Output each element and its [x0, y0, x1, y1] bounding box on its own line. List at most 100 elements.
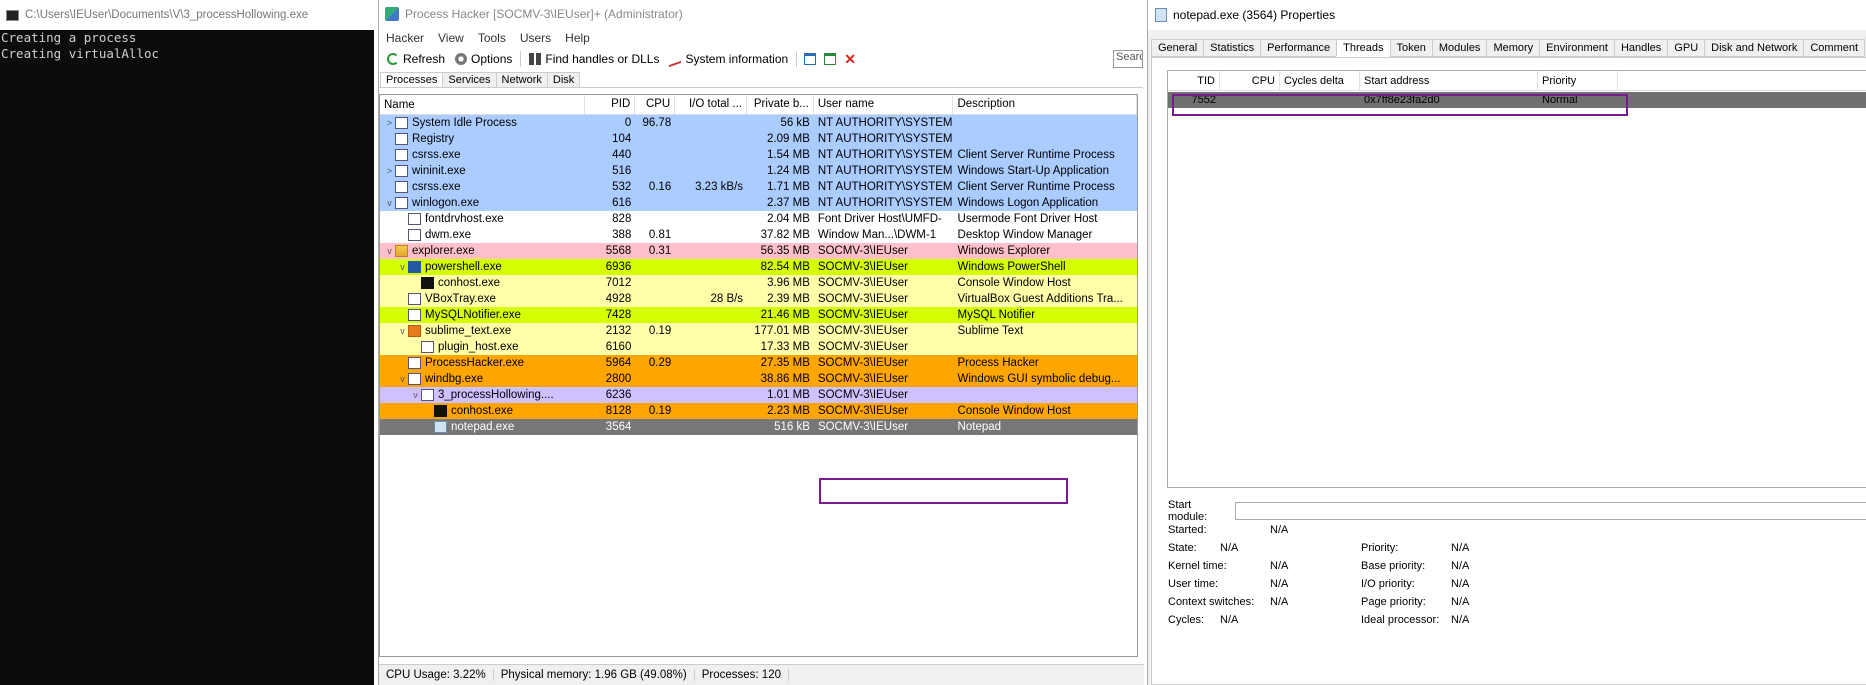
- process-name-cell: v explorer.exe: [380, 243, 585, 259]
- process-row[interactable]: v powershell.exe 6936 82.54 MB SOCMV-3\IEUse…: [380, 259, 1137, 275]
- process-name-cell: fontdrvhost.exe: [380, 211, 585, 227]
- tab-threads[interactable]: Threads: [1336, 39, 1391, 57]
- process-hacker-logo-icon: [385, 7, 399, 21]
- tab-disk[interactable]: Disk: [546, 72, 581, 87]
- process-description: Windows PowerShell: [957, 261, 1066, 273]
- process-pid: 440: [612, 149, 632, 161]
- tab-gpu[interactable]: GPU: [1667, 39, 1706, 57]
- process-pid: 6936: [605, 261, 632, 273]
- window-icon: [408, 229, 421, 241]
- menu-tools[interactable]: Tools: [471, 31, 513, 45]
- process-row[interactable]: v winlogon.exe 616 2.37 MB NT AUTHORITY\SYST…: [380, 195, 1137, 211]
- detail-value: N/A: [1220, 542, 1239, 554]
- chevron-down-icon[interactable]: v: [384, 195, 395, 211]
- detail-value: N/A: [1451, 560, 1470, 572]
- column-cycles-delta[interactable]: Cycles delta: [1280, 71, 1360, 90]
- column-cpu[interactable]: CPU: [635, 95, 676, 114]
- column-name[interactable]: Name: [380, 95, 586, 114]
- chevron-down-icon[interactable]: v: [397, 323, 408, 339]
- process-pid: 7012: [605, 277, 632, 289]
- start-module-field[interactable]: [1235, 502, 1866, 520]
- tab-handles[interactable]: Handles: [1613, 39, 1669, 57]
- process-row[interactable]: v sublime_text.exe 2132 0.19 177.01 MB SOCMV-…: [380, 323, 1137, 339]
- tab-memory[interactable]: Memory: [1486, 39, 1541, 57]
- process-row[interactable]: v explorer.exe 5568 0.31 56.35 MB SOCMV-3\IEU…: [380, 243, 1137, 259]
- process-hacker-window[interactable]: Process Hacker [SOCMV-3\IEUser]+ (Admini…: [378, 0, 1144, 685]
- tab-token[interactable]: Token: [1389, 39, 1433, 57]
- process-row[interactable]: > wininit.exe 516 1.24 MB NT AUTHORITY\SYSTE…: [380, 163, 1137, 179]
- process-rows: > System Idle Process 0 96.78 56 kB NT AUTHOR…: [380, 115, 1137, 435]
- chevron-down-icon[interactable]: v: [410, 387, 421, 403]
- process-row[interactable]: > System Idle Process 0 96.78 56 kB NT AUTHOR…: [380, 115, 1137, 131]
- column-priority[interactable]: Priority: [1538, 71, 1618, 90]
- chevron-down-icon[interactable]: v: [397, 371, 408, 387]
- process-row[interactable]: Registry 104 2.09 MB NT AUTHORITY\SYSTEM: [380, 131, 1137, 147]
- tab-modules[interactable]: Modules: [1431, 39, 1488, 57]
- process-row[interactable]: VBoxTray.exe 4928 28 B/s 2.39 MB SOCMV-3\IEU…: [380, 291, 1137, 307]
- process-row[interactable]: conhost.exe 8128 0.19 2.23 MB SOCMV-3\IEUser…: [380, 403, 1137, 419]
- window-icon[interactable]: [804, 53, 817, 65]
- process-name: conhost.exe: [438, 277, 501, 289]
- process-row[interactable]: MySQLNotifier.exe 7428 21.46 MB SOCMV-3\IEU…: [380, 307, 1137, 323]
- process-description: MySQL Notifier: [957, 309, 1036, 321]
- process-row[interactable]: csrss.exe 440 1.54 MB NT AUTHORITY\SYSTEM Cl…: [380, 147, 1137, 163]
- ph-titlebar[interactable]: Process Hacker [SOCMV-3\IEUser]+ (Admini…: [379, 0, 1143, 28]
- process-private-bytes: 2.37 MB: [767, 197, 810, 209]
- properties-window[interactable]: notepad.exe (3564) Properties General Sta…: [1147, 0, 1866, 685]
- process-name-cell: conhost.exe: [380, 275, 585, 291]
- column-cpu[interactable]: CPU: [1220, 71, 1280, 90]
- column-pid[interactable]: PID: [585, 95, 636, 114]
- column-start-address[interactable]: Start address: [1360, 71, 1538, 90]
- tab-statistics[interactable]: Statistics: [1203, 39, 1262, 57]
- process-io-total: 28 B/s: [710, 293, 744, 305]
- process-row[interactable]: fontdrvhost.exe 828 2.04 MB Font Driver Hos…: [380, 211, 1137, 227]
- menu-view[interactable]: View: [431, 31, 471, 45]
- refresh-button[interactable]: Refresh: [382, 52, 450, 66]
- process-name: sublime_text.exe: [425, 325, 512, 337]
- window-icon: [395, 165, 408, 177]
- tab-comment[interactable]: Comment: [1803, 39, 1866, 57]
- process-row[interactable]: plugin_host.exe 6160 17.33 MB SOCMV-3\IEUse…: [380, 339, 1137, 355]
- tab-environment[interactable]: Environment: [1539, 39, 1615, 57]
- tab-performance[interactable]: Performance: [1260, 39, 1338, 57]
- chevron-right-icon[interactable]: >: [384, 115, 395, 131]
- column-description[interactable]: Description: [953, 95, 1137, 114]
- tab-network[interactable]: Network: [495, 72, 548, 87]
- process-row[interactable]: notepad.exe 3564 516 kB SOCMV-3\IEUser Notep…: [380, 419, 1137, 435]
- tab-general[interactable]: General: [1151, 39, 1205, 57]
- column-io-total[interactable]: I/O total ...: [675, 95, 748, 114]
- process-row[interactable]: v 3_processHollowing.... 6236 1.01 MB SOCMV-…: [380, 387, 1137, 403]
- column-tid[interactable]: TID: [1168, 71, 1220, 90]
- search-input[interactable]: Search: [1113, 50, 1143, 68]
- windbg-icon: [408, 373, 421, 385]
- properties-titlebar[interactable]: notepad.exe (3564) Properties: [1148, 0, 1866, 30]
- process-row[interactable]: v windbg.exe 2800 38.86 MB SOCMV-3\IEUser Win…: [380, 371, 1137, 387]
- process-list[interactable]: Name PID CPU I/O total ... Private b... …: [379, 94, 1138, 657]
- menu-users[interactable]: Users: [513, 31, 558, 45]
- column-user-name[interactable]: User name: [814, 95, 954, 114]
- tab-services[interactable]: Services: [442, 72, 497, 87]
- process-row[interactable]: ProcessHacker.exe 5964 0.29 27.35 MB SOCMV-3…: [380, 355, 1137, 371]
- refresh-label: Refresh: [403, 52, 446, 66]
- process-private-bytes: 1.54 MB: [767, 149, 810, 161]
- process-row[interactable]: csrss.exe 532 0.16 3.23 kB/s 1.71 MB NT AUTHO…: [380, 179, 1137, 195]
- chevron-down-icon[interactable]: v: [397, 259, 408, 275]
- menu-hacker[interactable]: Hacker: [379, 31, 431, 45]
- close-icon[interactable]: ✕: [844, 52, 856, 66]
- chevron-right-icon[interactable]: >: [384, 163, 395, 179]
- find-handles-button[interactable]: Find handles or DLLs: [524, 52, 664, 66]
- system-information-button[interactable]: System information: [664, 50, 793, 68]
- process-row[interactable]: conhost.exe 7012 3.96 MB SOCMV-3\IEUser Cons…: [380, 275, 1137, 291]
- column-private-bytes[interactable]: Private b...: [747, 95, 814, 114]
- options-button[interactable]: Options: [450, 52, 517, 66]
- chevron-down-icon[interactable]: v: [384, 243, 395, 259]
- tab-processes[interactable]: Processes: [380, 72, 444, 87]
- process-description: Windows Logon Application: [957, 197, 1099, 209]
- process-row[interactable]: dwm.exe 388 0.81 37.82 MB Window Man...\DWM-…: [380, 227, 1137, 243]
- menu-help[interactable]: Help: [558, 31, 597, 45]
- window-arrow-icon[interactable]: [824, 53, 837, 65]
- console-window[interactable]: C:\Users\IEUser\Documents\V\3_processHol…: [0, 0, 374, 685]
- console-titlebar[interactable]: C:\Users\IEUser\Documents\V\3_processHol…: [0, 0, 374, 30]
- tab-disk-and-network[interactable]: Disk and Network: [1704, 39, 1805, 57]
- thread-list[interactable]: TID CPU Cycles delta Start address Prior…: [1167, 70, 1866, 488]
